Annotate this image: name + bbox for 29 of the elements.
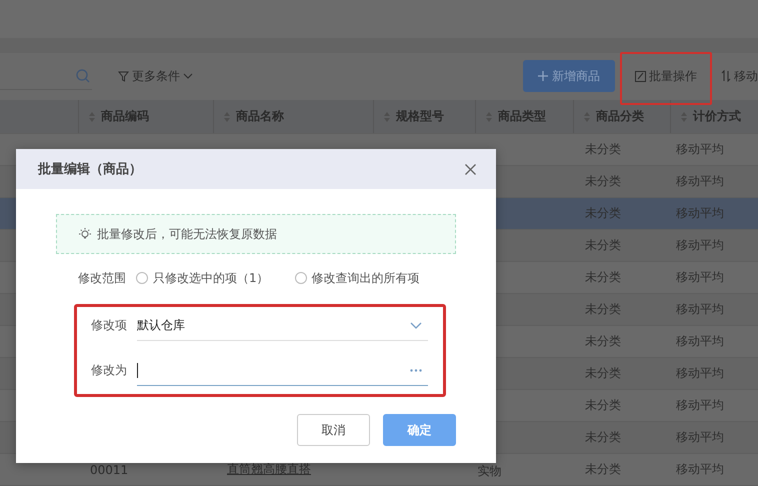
table-cell-text: 移动平均 bbox=[675, 205, 725, 222]
table-cell-text: 未分类 bbox=[584, 461, 622, 478]
table-cell-text: 移动平均 bbox=[675, 141, 725, 158]
scope-label: 修改范围 bbox=[78, 270, 127, 286]
table-cell-text: 00011 bbox=[89, 462, 130, 476]
table-cell-text: 未分类 bbox=[584, 269, 622, 286]
table-cell-text: 移动平均 bbox=[675, 397, 725, 414]
table-cell-text: 移动平均 bbox=[675, 237, 725, 254]
table-cell-text: 移动平均 bbox=[675, 301, 725, 318]
field-label: 修改为 bbox=[91, 362, 128, 379]
table-cell-text: 移动平均 bbox=[675, 365, 725, 382]
table-cell-text: 移动平均 bbox=[675, 333, 725, 350]
table-cell-text: 移动平均 bbox=[675, 461, 725, 478]
table-cell-text: 实物 bbox=[476, 462, 502, 480]
table-cell-text: 未分类 bbox=[584, 237, 622, 254]
table-cell-text: 未分类 bbox=[584, 365, 622, 382]
table-cell-text: 未分类 bbox=[584, 429, 622, 446]
table-cell-text: 未分类 bbox=[584, 397, 622, 414]
table-cell-text: 移动平均 bbox=[675, 173, 725, 190]
notice-text: 批量修改后，可能无法恢复原数据 bbox=[97, 226, 277, 242]
field-label: 修改项 bbox=[91, 317, 128, 334]
table-cell-text: 未分类 bbox=[584, 205, 622, 222]
table-cell-text: 未分类 bbox=[584, 173, 622, 190]
table-cell-text: 未分类 bbox=[584, 333, 622, 350]
table-cell-text: 移动平均 bbox=[675, 269, 725, 286]
dialog-title: 批量编辑（商品） bbox=[38, 160, 142, 178]
table-cell-text: 未分类 bbox=[584, 301, 622, 318]
table-cell-text: 移动平均 bbox=[675, 429, 725, 446]
table-cell-text: 未分类 bbox=[584, 141, 622, 158]
